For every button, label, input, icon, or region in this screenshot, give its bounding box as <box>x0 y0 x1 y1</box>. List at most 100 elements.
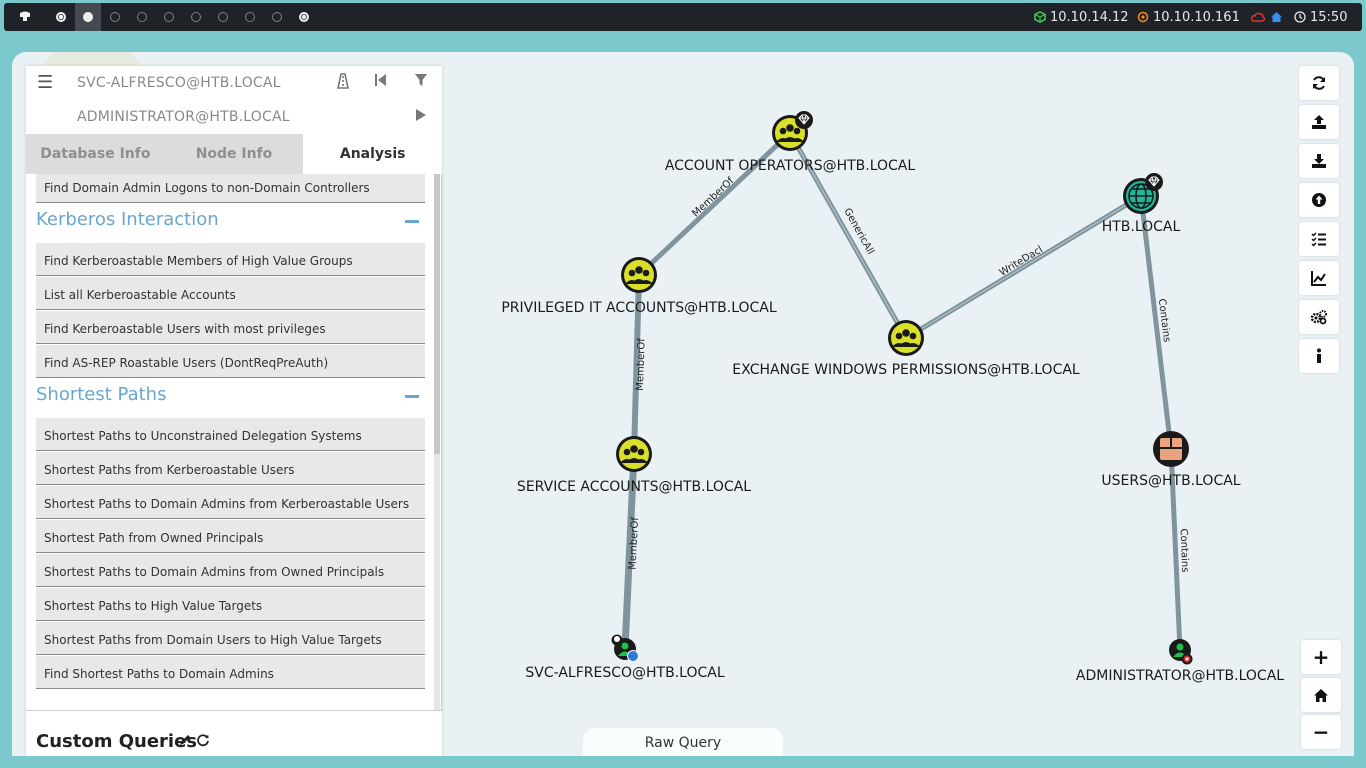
distro-logo-icon[interactable] <box>12 3 38 31</box>
collapse-icon[interactable] <box>405 395 419 398</box>
workspace-2-icon[interactable] <box>75 3 101 31</box>
node-label-svc-alfresco: SVC-ALFRESCO@HTB.LOCAL <box>525 665 725 681</box>
target-ip: 10.10.10.161 <box>1153 9 1240 25</box>
zoom-reset-button[interactable] <box>1301 678 1341 712</box>
end-node-input[interactable]: ADMINISTRATOR@HTB.LOCAL <box>77 109 290 125</box>
left-panel: ☰ SVC-ALFRESCO@HTB.LOCAL ADMINISTRATOR@H… <box>26 66 443 756</box>
home-indicator[interactable] <box>1270 3 1283 31</box>
upload-data-button[interactable] <box>1299 183 1339 217</box>
query-item[interactable]: Find Domain Admin Logons to non-Domain C… <box>36 174 425 203</box>
vpn-indicator: 10.10.14.12 <box>1034 3 1129 31</box>
tab-database-info[interactable]: Database Info <box>26 134 165 174</box>
workspace-9-icon[interactable] <box>264 3 290 31</box>
start-node-badge-icon <box>627 650 639 662</box>
chart-line-icon <box>1311 271 1326 286</box>
collapse-icon[interactable] <box>405 220 419 223</box>
node-label-service-accounts: SERVICE ACCOUNTS@HTB.LOCAL <box>516 479 752 495</box>
export-graph-button[interactable] <box>1299 105 1339 139</box>
node-privileged-it-accounts[interactable] <box>621 257 657 293</box>
bloodhound-window: MemberOf MemberOf MemberOf GenericAll Wr… <box>12 52 1354 756</box>
section-title: Shortest Paths <box>36 384 167 405</box>
node-exchange-windows-permissions[interactable] <box>888 320 924 356</box>
end-search-row: ADMINISTRATOR@HTB.LOCAL <box>26 100 442 134</box>
custom-queries-header: Custom Queries <box>26 710 442 756</box>
clock-time: 15:50 <box>1310 9 1348 25</box>
node-users-container[interactable] <box>1153 431 1189 467</box>
analysis-query-list: Find Domain Admin Logons to non-Domain C… <box>26 174 442 710</box>
target-icon <box>1137 11 1149 23</box>
query-item[interactable]: Find Kerberoastable Members of High Valu… <box>36 243 425 276</box>
node-label-exchange-windows-permissions: EXCHANGE WINDOWS PERMISSIONS@HTB.LOCAL <box>732 362 1080 378</box>
query-item[interactable]: Shortest Path from Owned Principals <box>36 520 425 553</box>
query-item[interactable]: Find Kerberoastable Users with most priv… <box>36 311 425 344</box>
workspace-7-icon[interactable] <box>210 3 236 31</box>
hamburger-menu-icon[interactable]: ☰ <box>37 72 53 93</box>
start-node-input[interactable]: SVC-ALFRESCO@HTB.LOCAL <box>77 75 281 91</box>
section-kerberos-interaction[interactable]: Kerberos Interaction <box>36 204 425 240</box>
refresh-icon <box>1313 76 1325 90</box>
tasks-icon <box>1311 232 1326 247</box>
clock-icon <box>1294 11 1306 23</box>
section-title: Kerberos Interaction <box>36 209 219 230</box>
home-icon <box>1271 12 1282 22</box>
query-item[interactable]: Shortest Paths to Domain Admins from Ker… <box>36 486 425 519</box>
play-icon[interactable] <box>411 107 431 125</box>
download-icon <box>1312 154 1326 168</box>
top-bar: 10.10.14.12 10.10.10.161 15:50 <box>4 3 1362 31</box>
tab-node-info[interactable]: Node Info <box>164 134 304 174</box>
query-list-scrollbar[interactable] <box>434 174 440 710</box>
vpn-ip: 10.10.14.12 <box>1050 9 1129 25</box>
cloud-indicator[interactable] <box>1251 3 1265 31</box>
gears-icon <box>1310 310 1327 325</box>
zoom-out-button[interactable]: − <box>1301 715 1341 749</box>
refresh-icon[interactable] <box>196 733 210 747</box>
workspace-10-icon[interactable] <box>291 3 317 31</box>
query-item[interactable]: Shortest Paths to Unconstrained Delegati… <box>36 418 425 451</box>
workspace-1-icon[interactable] <box>48 3 74 31</box>
workspace-4-icon[interactable] <box>129 3 155 31</box>
import-graph-button[interactable] <box>1299 144 1339 178</box>
node-label-account-operators: ACCOUNT OPERATORS@HTB.LOCAL <box>664 158 916 174</box>
query-item[interactable]: Shortest Paths to High Value Targets <box>36 588 425 621</box>
node-htb-local[interactable] <box>1123 173 1163 214</box>
workspace-5-icon[interactable] <box>156 3 182 31</box>
cube-icon <box>1034 11 1046 23</box>
query-item[interactable]: Find AS-REP Roastable Users (DontReqPreA… <box>36 345 425 378</box>
query-item[interactable]: Shortest Paths from Kerberoastable Users <box>36 452 425 485</box>
node-service-accounts[interactable] <box>616 436 652 472</box>
query-item[interactable]: List all Kerberoastable Accounts <box>36 277 425 310</box>
start-search-row: ☰ SVC-ALFRESCO@HTB.LOCAL <box>26 66 442 100</box>
change-layout-button[interactable] <box>1299 261 1339 295</box>
about-button[interactable] <box>1299 339 1339 373</box>
workspace-8-icon[interactable] <box>237 3 263 31</box>
edge-privileged-to-account-ops[interactable] <box>636 130 793 278</box>
upload-icon <box>1312 115 1326 129</box>
query-item[interactable]: Find Shortest Paths to Domain Admins <box>36 656 425 689</box>
workspace-3-icon[interactable] <box>102 3 128 31</box>
queue-status-button[interactable] <box>1299 222 1339 256</box>
edge-label-users-to-admin: Contains <box>1177 528 1191 573</box>
node-label-users: USERS@HTB.LOCAL <box>1101 473 1241 489</box>
info-icon <box>1317 348 1321 363</box>
query-item[interactable]: Shortest Paths from Domain Users to High… <box>36 622 425 655</box>
zoom-in-button[interactable]: + <box>1301 640 1341 674</box>
clock: 15:50 <box>1294 3 1347 31</box>
pathfinding-icon[interactable] <box>333 73 353 93</box>
refresh-button[interactable] <box>1299 66 1339 100</box>
query-item[interactable]: Shortest Paths to Domain Admins from Own… <box>36 554 425 587</box>
raw-query-toggle[interactable]: Raw Query <box>583 728 783 756</box>
section-shortest-paths[interactable]: Shortest Paths <box>36 379 425 415</box>
edit-pencil-icon[interactable] <box>178 733 192 747</box>
workspace-6-icon[interactable] <box>183 3 209 31</box>
node-label-htb-local: HTB.LOCAL <box>1101 219 1181 235</box>
back-icon[interactable] <box>371 73 391 91</box>
node-administrator[interactable] <box>1169 639 1193 665</box>
settings-button[interactable] <box>1299 300 1339 334</box>
node-label-privileged-it: PRIVILEGED IT ACCOUNTS@HTB.LOCAL <box>501 300 777 316</box>
node-account-operators[interactable] <box>772 111 813 151</box>
filter-icon[interactable] <box>411 73 431 91</box>
node-svc-alfresco[interactable] <box>611 634 639 662</box>
tab-analysis[interactable]: Analysis <box>303 134 443 174</box>
panel-tabs: Database Info Node Info Analysis <box>26 134 443 174</box>
home-icon <box>1314 688 1328 702</box>
